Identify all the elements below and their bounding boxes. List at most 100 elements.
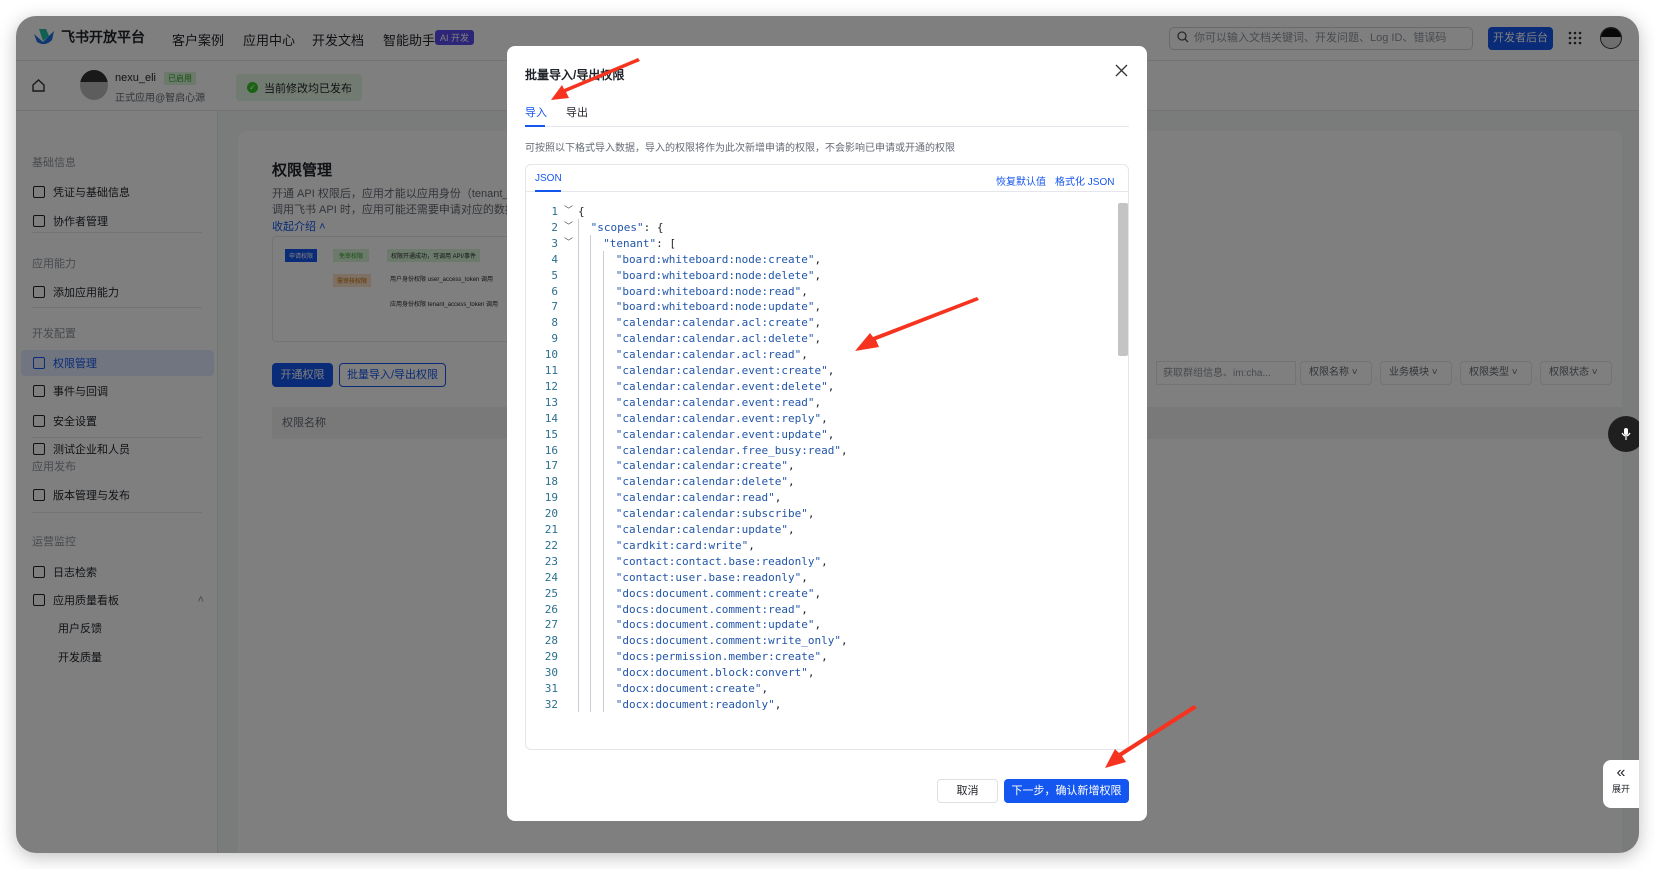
line-number: 14 [544, 411, 558, 425]
code-line: 17 "calendar:calendar:create", [526, 457, 1106, 474]
code-text: "calendar:calendar.acl:delete", [615, 332, 822, 346]
code-text: "board:whiteboard:node:create", [615, 252, 822, 266]
code-text: "calendar:calendar:read", [615, 491, 782, 505]
tab-active-indicator [525, 125, 545, 127]
format-json-link[interactable]: 格式化 JSON [1055, 173, 1114, 188]
line-number: 31 [544, 682, 558, 695]
code-line: 31 "docx:document:create", [526, 680, 1106, 697]
code-line: 14 "calendar:calendar.event:reply", [526, 410, 1106, 427]
code-text: "calendar:calendar:create", [615, 459, 795, 473]
fold-chevron-icon[interactable]: ﹀ [564, 219, 573, 236]
code-text: "docs:permission.member:create", [615, 650, 828, 664]
code-line: 32 "docx:document:readonly", [526, 696, 1106, 713]
voice-button[interactable] [1608, 416, 1639, 452]
indent-guide [578, 218, 579, 712]
line-number: 13 [544, 395, 558, 409]
line-number: 22 [544, 538, 558, 552]
code-line: 29 "docs:permission.member:create", [526, 648, 1106, 665]
code-text: "docs:document.comment:update", [615, 618, 822, 632]
code-line: 3 ﹀ "tenant": [ [526, 235, 1106, 252]
line-number: 9 [551, 332, 558, 346]
code-text: "docx:document:create", [615, 682, 769, 695]
expand-side-panel[interactable]: « 展开 [1603, 760, 1639, 808]
line-number: 1 [551, 205, 558, 218]
line-number: 32 [544, 697, 558, 711]
code-text: "cardkit:card:write", [615, 538, 755, 552]
code-text: "calendar:calendar:subscribe", [615, 507, 815, 521]
tab-import[interactable]: 导入 [525, 104, 547, 120]
code-line: 9 "calendar:calendar.acl:delete", [526, 330, 1106, 347]
code-text: "calendar:calendar.event:delete", [615, 379, 835, 393]
code-line: 26 "docs:document.comment:read", [526, 601, 1106, 618]
tab-divider [525, 126, 1129, 127]
code-text: "docs:document.comment:write_only", [615, 634, 848, 648]
code-text: "tenant": [ [603, 236, 677, 250]
cancel-button[interactable]: 取消 [937, 779, 998, 803]
line-number: 25 [544, 586, 558, 600]
code-line: 27 "docs:document.comment:update", [526, 616, 1106, 633]
code-line: 25 "docs:document.comment:create", [526, 585, 1106, 602]
code-text: "calendar:calendar.free_busy:read", [615, 443, 848, 457]
line-number: 16 [544, 443, 558, 457]
code-text: "board:whiteboard:node:delete", [615, 268, 822, 282]
expand-label: 展开 [1611, 784, 1630, 794]
code-text: "calendar:calendar:delete", [615, 475, 795, 489]
editor-scrollbar[interactable] [1118, 203, 1128, 356]
double-chevron-left-icon: « [1616, 764, 1626, 781]
code-line: 28 "docs:document.comment:write_only", [526, 632, 1106, 649]
code-line: 16 "calendar:calendar.free_busy:read", [526, 442, 1106, 459]
line-number: 27 [544, 618, 558, 632]
code-text: "calendar:calendar.event:read", [615, 395, 822, 409]
tab-json[interactable]: JSON [535, 173, 562, 184]
code-text: "calendar:calendar.acl:read", [615, 348, 808, 362]
code-text: "docs:document.comment:read", [615, 602, 808, 616]
restore-default-link[interactable]: 恢复默认值 [996, 173, 1046, 188]
code-area[interactable]: 1 ﹀ {2 ﹀ "scopes": {3 ﹀ "tenant": [4 "board:whi… [526, 203, 1128, 743]
line-number: 4 [551, 252, 558, 266]
line-number: 17 [544, 459, 558, 473]
line-number: 23 [544, 554, 558, 568]
line-number: 10 [544, 348, 558, 362]
line-number: 26 [544, 602, 558, 616]
code-text: "calendar:calendar.acl:create", [615, 316, 822, 330]
line-number: 19 [544, 491, 558, 505]
line-number: 29 [544, 650, 558, 664]
code-text: "docs:document.comment:create", [615, 586, 822, 600]
code-line: 10 "calendar:calendar.acl:read", [526, 346, 1106, 363]
fold-chevron-icon[interactable]: ﹀ [564, 203, 573, 220]
batch-import-export-dialog: 批量导入/导出权限 导入 导出 可按照以下格式导入数据，导入的权限将作为此次新增… [507, 46, 1147, 821]
fold-chevron-icon[interactable]: ﹀ [564, 235, 573, 252]
code-line: 19 "calendar:calendar:read", [526, 489, 1106, 506]
line-number: 20 [544, 507, 558, 521]
code-line: 20 "calendar:calendar:subscribe", [526, 505, 1106, 522]
code-text: "scopes": { [590, 220, 664, 234]
code-line: 5 "board:whiteboard:node:delete", [526, 267, 1106, 284]
confirm-next-button[interactable]: 下一步，确认新增权限 [1004, 779, 1129, 803]
code-line: 13 "calendar:calendar.event:read", [526, 394, 1106, 411]
line-number: 15 [544, 427, 558, 441]
line-number: 5 [551, 268, 558, 282]
code-text: "board:whiteboard:node:read", [615, 284, 808, 298]
dialog-title: 批量导入/导出权限 [525, 68, 625, 82]
code-line: 4 "board:whiteboard:node:create", [526, 251, 1106, 268]
json-editor[interactable]: JSON 恢复默认值 格式化 JSON 1 ﹀ {2 ﹀ "scopes": {3 ﹀ "t… [525, 164, 1129, 750]
line-number: 8 [551, 316, 558, 330]
close-icon[interactable] [1115, 64, 1128, 77]
line-number: 2 [551, 220, 558, 234]
line-number: 18 [544, 475, 558, 489]
tab-export[interactable]: 导出 [566, 104, 588, 120]
code-line: 6 "board:whiteboard:node:read", [526, 283, 1106, 300]
line-number: 24 [544, 570, 558, 584]
code-line: 11 "calendar:calendar.event:create", [526, 362, 1106, 379]
code-line: 23 "contact:contact.base:readonly", [526, 553, 1106, 570]
code-text: "contact:contact.base:readonly", [615, 554, 828, 568]
line-number: 3 [551, 236, 558, 250]
code-text: "docx:document:readonly", [615, 697, 782, 711]
code-line: 21 "calendar:calendar:update", [526, 521, 1106, 538]
microphone-icon [1621, 428, 1631, 440]
line-number: 12 [544, 379, 558, 393]
code-line: 15 "calendar:calendar.event:update", [526, 426, 1106, 443]
code-line: 7 "board:whiteboard:node:update", [526, 298, 1106, 315]
line-number: 28 [544, 634, 558, 648]
code-line: 2 ﹀ "scopes": { [526, 219, 1106, 236]
